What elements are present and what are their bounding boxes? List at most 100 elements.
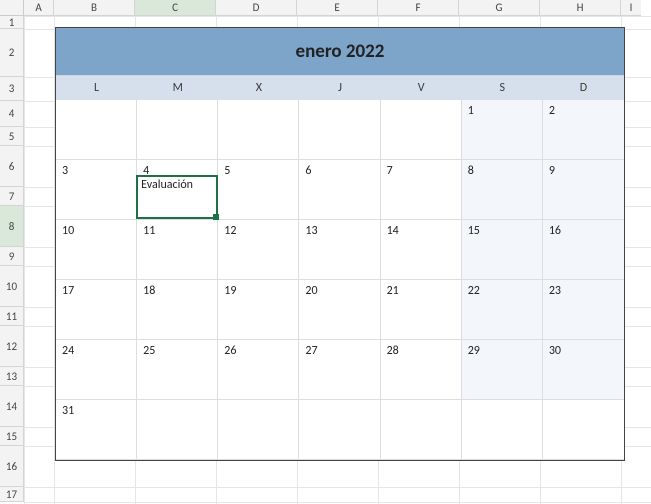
- row-header-7[interactable]: 7: [0, 187, 24, 206]
- day-number: 26: [224, 344, 292, 358]
- row-header-9[interactable]: 9: [0, 247, 24, 266]
- calendar-cell[interactable]: [137, 100, 218, 160]
- calendar-cell[interactable]: 1: [462, 100, 543, 160]
- calendar-cell[interactable]: 23: [543, 280, 624, 340]
- day-number: 17: [62, 284, 130, 298]
- calendar-cell[interactable]: 15: [462, 220, 543, 280]
- calendar-cell[interactable]: [299, 400, 380, 460]
- calendar-cell[interactable]: [381, 100, 462, 160]
- calendar-cell[interactable]: 18: [137, 280, 218, 340]
- day-number: 8: [468, 164, 536, 178]
- calendar-cell[interactable]: 26: [218, 340, 299, 400]
- calendar-cell[interactable]: 3: [56, 160, 137, 220]
- calendar-cell[interactable]: 21: [381, 280, 462, 340]
- day-number: 19: [224, 284, 292, 298]
- column-header-F[interactable]: F: [378, 0, 459, 16]
- day-number: 3: [62, 164, 130, 178]
- calendar-cell[interactable]: 2: [543, 100, 624, 160]
- calendar-cell[interactable]: 24: [56, 340, 137, 400]
- day-number: 2: [549, 104, 618, 118]
- row-header-12[interactable]: 12: [0, 326, 24, 367]
- row-header-14[interactable]: 14: [0, 386, 24, 427]
- spreadsheet-grid[interactable]: ABCDEFGH 1234567891011121314151617 enero…: [0, 0, 651, 504]
- calendar-cell[interactable]: [381, 400, 462, 460]
- day-number: 10: [62, 224, 130, 238]
- day-number: 14: [387, 224, 455, 238]
- calendar-cell[interactable]: [56, 100, 137, 160]
- column-header-B[interactable]: B: [54, 0, 135, 16]
- day-number: 15: [468, 224, 536, 238]
- calendar-widget: enero 2022 LMXJVSD 1234Evaluación5678910…: [55, 27, 625, 461]
- calendar-dow-5: S: [462, 76, 543, 100]
- calendar-cell[interactable]: 11: [137, 220, 218, 280]
- calendar-cell[interactable]: [137, 400, 218, 460]
- calendar-cell[interactable]: 20: [299, 280, 380, 340]
- calendar-cell[interactable]: 22: [462, 280, 543, 340]
- calendar-cell[interactable]: 31: [56, 400, 137, 460]
- calendar-cell[interactable]: 4Evaluación: [137, 160, 218, 220]
- calendar-dow-3: J: [299, 76, 380, 100]
- day-number: 6: [305, 164, 373, 178]
- calendar-cell[interactable]: 27: [299, 340, 380, 400]
- calendar-cell[interactable]: 12: [218, 220, 299, 280]
- calendar-cell[interactable]: 16: [543, 220, 624, 280]
- row-header-2[interactable]: 2: [0, 29, 24, 77]
- calendar-dow-6: D: [543, 76, 624, 100]
- calendar-dow-1: M: [137, 76, 218, 100]
- row-header-13[interactable]: 13: [0, 367, 24, 386]
- calendar-title: enero 2022: [56, 28, 624, 76]
- calendar-cell[interactable]: 5: [218, 160, 299, 220]
- calendar-dow-2: X: [218, 76, 299, 100]
- calendar-cell[interactable]: [462, 400, 543, 460]
- day-number: 29: [468, 344, 536, 358]
- calendar-cell[interactable]: [299, 100, 380, 160]
- calendar-cell[interactable]: 30: [543, 340, 624, 400]
- calendar-cell[interactable]: 6: [299, 160, 380, 220]
- row-header-10[interactable]: 10: [0, 266, 24, 307]
- column-header-G[interactable]: G: [459, 0, 540, 16]
- calendar-cell[interactable]: 17: [56, 280, 137, 340]
- day-number: 7: [387, 164, 455, 178]
- calendar-cell[interactable]: [218, 400, 299, 460]
- calendar-cell[interactable]: 9: [543, 160, 624, 220]
- column-header-A[interactable]: A: [24, 0, 54, 16]
- row-header-1[interactable]: 1: [0, 16, 24, 29]
- day-number: 31: [62, 404, 130, 418]
- calendar-cell[interactable]: 19: [218, 280, 299, 340]
- column-header-H[interactable]: H: [540, 0, 621, 16]
- day-number: 20: [305, 284, 373, 298]
- row-header-11[interactable]: 11: [0, 307, 24, 326]
- calendar-cell[interactable]: [218, 100, 299, 160]
- calendar-cell[interactable]: 7: [381, 160, 462, 220]
- row-header-15[interactable]: 15: [0, 427, 24, 446]
- calendar-cell[interactable]: 13: [299, 220, 380, 280]
- calendar-cell[interactable]: 28: [381, 340, 462, 400]
- row-header-8[interactable]: 8: [0, 206, 24, 247]
- calendar-cell[interactable]: [543, 400, 624, 460]
- row-header-17[interactable]: 17: [0, 487, 24, 502]
- calendar-cell[interactable]: 25: [137, 340, 218, 400]
- day-number: 11: [143, 224, 211, 238]
- select-all-corner[interactable]: [0, 0, 24, 16]
- day-number: 24: [62, 344, 130, 358]
- day-number: 5: [224, 164, 292, 178]
- column-header-last[interactable]: I: [621, 0, 641, 16]
- day-number: 30: [549, 344, 618, 358]
- row-header-4[interactable]: 4: [0, 101, 24, 127]
- calendar-dow-row: LMXJVSD: [56, 76, 624, 100]
- calendar-dow-4: V: [381, 76, 462, 100]
- calendar-cell[interactable]: 14: [381, 220, 462, 280]
- calendar-cell[interactable]: 10: [56, 220, 137, 280]
- column-header-D[interactable]: D: [216, 0, 297, 16]
- row-header-16[interactable]: 16: [0, 446, 24, 487]
- row-header-6[interactable]: 6: [0, 146, 24, 187]
- column-header-C[interactable]: C: [135, 0, 216, 16]
- day-number: 25: [143, 344, 211, 358]
- row-header-5[interactable]: 5: [0, 127, 24, 146]
- row-header-3[interactable]: 3: [0, 77, 24, 101]
- day-number: 27: [305, 344, 373, 358]
- calendar-cell[interactable]: 29: [462, 340, 543, 400]
- column-header-E[interactable]: E: [297, 0, 378, 16]
- day-number: 28: [387, 344, 455, 358]
- calendar-cell[interactable]: 8: [462, 160, 543, 220]
